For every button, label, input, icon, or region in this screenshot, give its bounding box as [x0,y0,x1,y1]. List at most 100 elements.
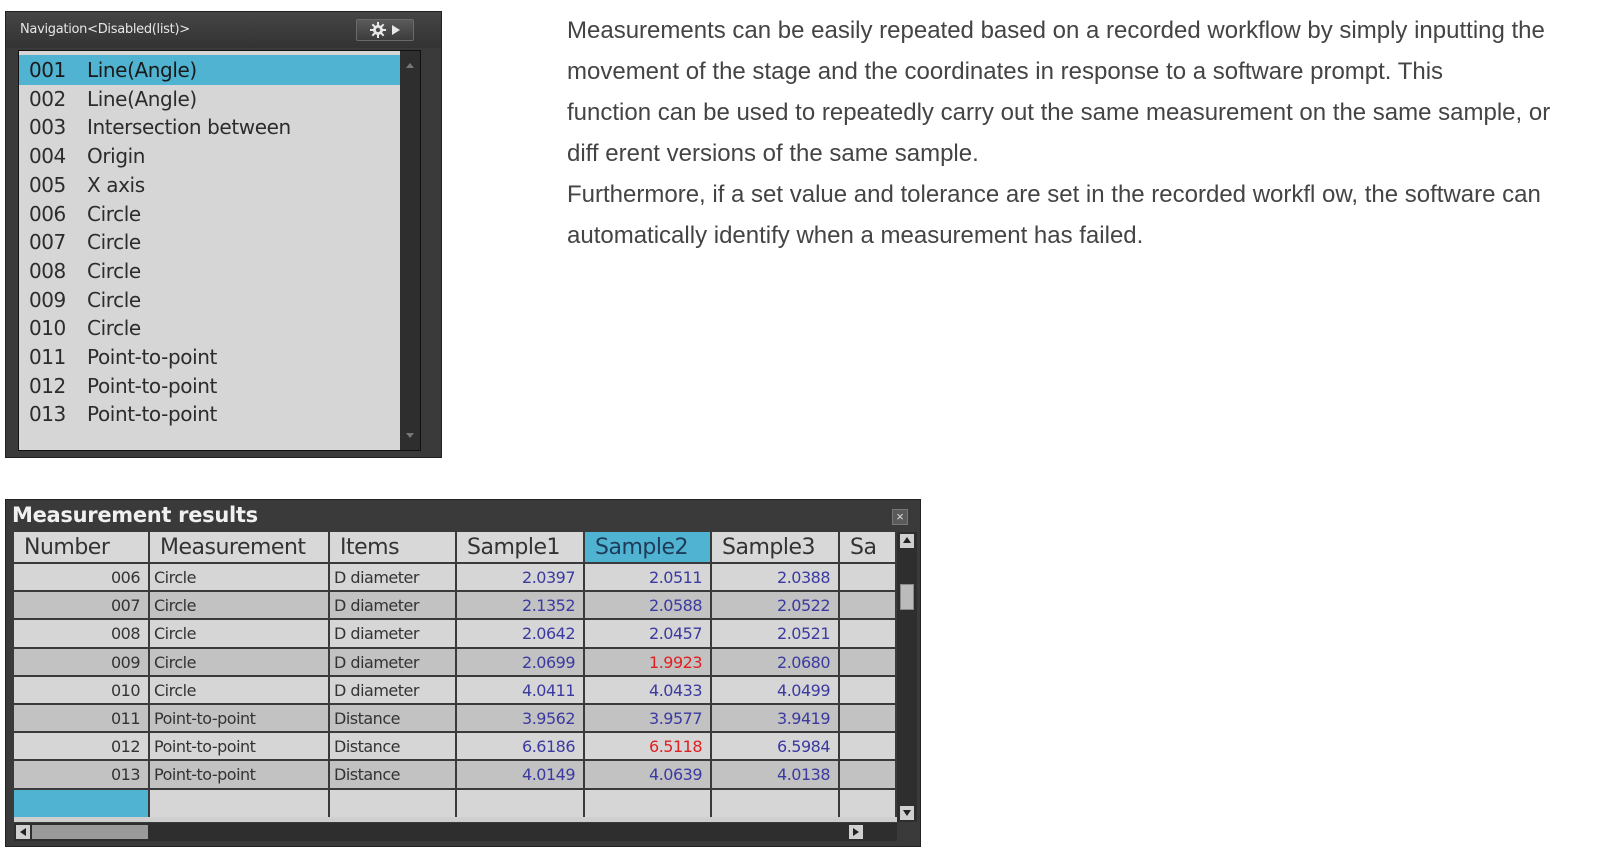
table-cell[interactable]: 009 [14,648,150,676]
table-cell[interactable]: 008 [14,620,150,648]
table-cell[interactable]: 2.0511 [585,564,712,591]
horizontal-scroll-thumb[interactable] [32,825,148,839]
table-cell[interactable]: Point-to-point [150,733,330,761]
scroll-down-button[interactable] [900,806,914,820]
table-cell[interactable]: D diameter [330,676,457,704]
table-cell[interactable] [457,789,585,817]
column-header[interactable]: Sample2 [585,532,712,562]
table-cell[interactable]: 011 [14,705,150,732]
table-cell[interactable]: D diameter [330,592,457,620]
table-row[interactable]: 012 Point-to-point Distance 6.6186 6.5118 6.5… [14,731,897,761]
table-cell[interactable]: Circle [150,592,330,620]
table-cell[interactable]: Circle [150,676,330,704]
table-cell[interactable]: Distance [330,705,457,732]
table-cell[interactable]: 4.0639 [585,761,712,789]
navigation-list-item[interactable]: 013 Point-to-point [19,399,420,429]
table-cell[interactable]: 2.0521 [712,620,840,648]
navigation-list-item[interactable]: 011 Point-to-point [19,342,420,372]
navigation-settings-button[interactable] [356,19,414,41]
table-cell[interactable]: 4.0149 [457,761,585,789]
navigation-list-item[interactable]: 010 Circle [19,313,420,343]
table-cell[interactable]: 1.9923 [585,648,712,676]
table-cell[interactable]: 2.0397 [457,564,585,591]
column-header[interactable]: Sample1 [457,532,585,562]
column-header[interactable]: Items [330,532,457,562]
navigation-list-item[interactable]: 007 Circle [19,227,420,257]
table-cell[interactable]: Distance [330,761,457,789]
table-cell[interactable] [712,789,840,817]
navigation-list-item[interactable]: 009 Circle [19,285,420,315]
navigation-list-item[interactable]: 001 Line(Angle) [19,55,420,85]
table-cell[interactable]: Point-to-point [150,761,330,789]
results-vertical-scrollbar[interactable] [897,532,917,822]
navigation-list-item[interactable]: 002 Line(Angle) [19,84,420,114]
navigation-list-item[interactable]: 003 Intersection between [19,112,420,142]
scroll-down-icon[interactable] [406,433,414,438]
table-cell[interactable]: 6.6186 [457,733,585,761]
navigation-list[interactable]: 013 Point-to-point 012 Point-to-point 011 Poi… [18,50,421,451]
table-cell[interactable]: 4.0499 [712,676,840,704]
table-row[interactable]: 013 Point-to-point Distance 4.0149 4.0639 4.0… [14,759,897,789]
table-cell[interactable]: 006 [14,564,150,591]
navigation-scrollbar[interactable] [400,51,420,450]
table-cell[interactable]: 010 [14,676,150,704]
table-row[interactable] [14,787,897,817]
results-horizontal-scrollbar[interactable] [14,823,897,841]
table-cell[interactable]: 2.0699 [457,648,585,676]
scroll-up-icon[interactable] [406,63,414,68]
table-row[interactable]: 008 Circle D diameter 2.0642 2.0457 2.0521 [14,618,897,648]
scroll-up-button[interactable] [900,534,914,548]
table-cell[interactable] [150,789,330,817]
column-header[interactable]: Number [14,532,150,562]
table-cell[interactable]: D diameter [330,564,457,591]
table-cell[interactable] [840,648,897,676]
table-cell[interactable] [840,592,897,620]
table-cell[interactable]: 2.1352 [457,592,585,620]
table-cell[interactable]: 4.0411 [457,676,585,704]
table-row[interactable]: 010 Circle D diameter 4.0411 4.0433 4.0499 [14,674,897,704]
table-cell[interactable]: Circle [150,620,330,648]
column-header[interactable]: Measurement [150,532,330,562]
table-cell[interactable]: 3.9562 [457,705,585,732]
table-cell[interactable] [14,789,150,817]
scroll-left-button[interactable] [16,825,30,839]
table-cell[interactable]: 2.0680 [712,648,840,676]
table-cell[interactable]: 4.0138 [712,761,840,789]
table-row[interactable]: 011 Point-to-point Distance 3.9562 3.9577 3.9… [14,703,897,732]
close-button[interactable]: × [892,509,908,525]
table-cell[interactable]: 007 [14,592,150,620]
table-cell[interactable]: 2.0388 [712,564,840,591]
table-cell[interactable]: 012 [14,733,150,761]
navigation-list-item[interactable]: 012 Point-to-point [19,371,420,401]
table-cell[interactable]: 2.0588 [585,592,712,620]
table-cell[interactable]: D diameter [330,620,457,648]
navigation-list-item[interactable]: 008 Circle [19,256,420,286]
table-row[interactable]: 009 Circle D diameter 2.0699 1.9923 2.0680 [14,646,897,676]
table-cell[interactable]: 6.5118 [585,733,712,761]
table-cell[interactable] [840,761,897,789]
table-cell[interactable]: 013 [14,761,150,789]
table-cell[interactable]: 4.0433 [585,676,712,704]
table-cell[interactable] [840,620,897,648]
table-cell[interactable] [840,733,897,761]
column-header[interactable]: Sa [840,532,897,562]
table-cell[interactable]: Circle [150,564,330,591]
table-cell[interactable]: Distance [330,733,457,761]
table-cell[interactable] [840,564,897,591]
scroll-right-button[interactable] [849,825,863,839]
table-cell[interactable] [840,676,897,704]
table-cell[interactable] [330,789,457,817]
table-cell[interactable]: 2.0522 [712,592,840,620]
table-cell[interactable]: 2.0642 [457,620,585,648]
table-cell[interactable]: D diameter [330,648,457,676]
table-cell[interactable] [840,705,897,732]
table-row[interactable]: 007 Circle D diameter 2.1352 2.0588 2.0522 [14,590,897,620]
table-cell[interactable]: Point-to-point [150,705,330,732]
table-cell[interactable]: 3.9419 [712,705,840,732]
navigation-list-item[interactable]: 005 X axis [19,170,420,200]
table-row[interactable]: 006 Circle D diameter 2.0397 2.0511 2.0388 [14,562,897,591]
table-cell[interactable]: 3.9577 [585,705,712,732]
navigation-list-item[interactable]: 004 Origin [19,141,420,171]
table-cell[interactable]: Circle [150,648,330,676]
navigation-list-item[interactable]: 006 Circle [19,199,420,229]
